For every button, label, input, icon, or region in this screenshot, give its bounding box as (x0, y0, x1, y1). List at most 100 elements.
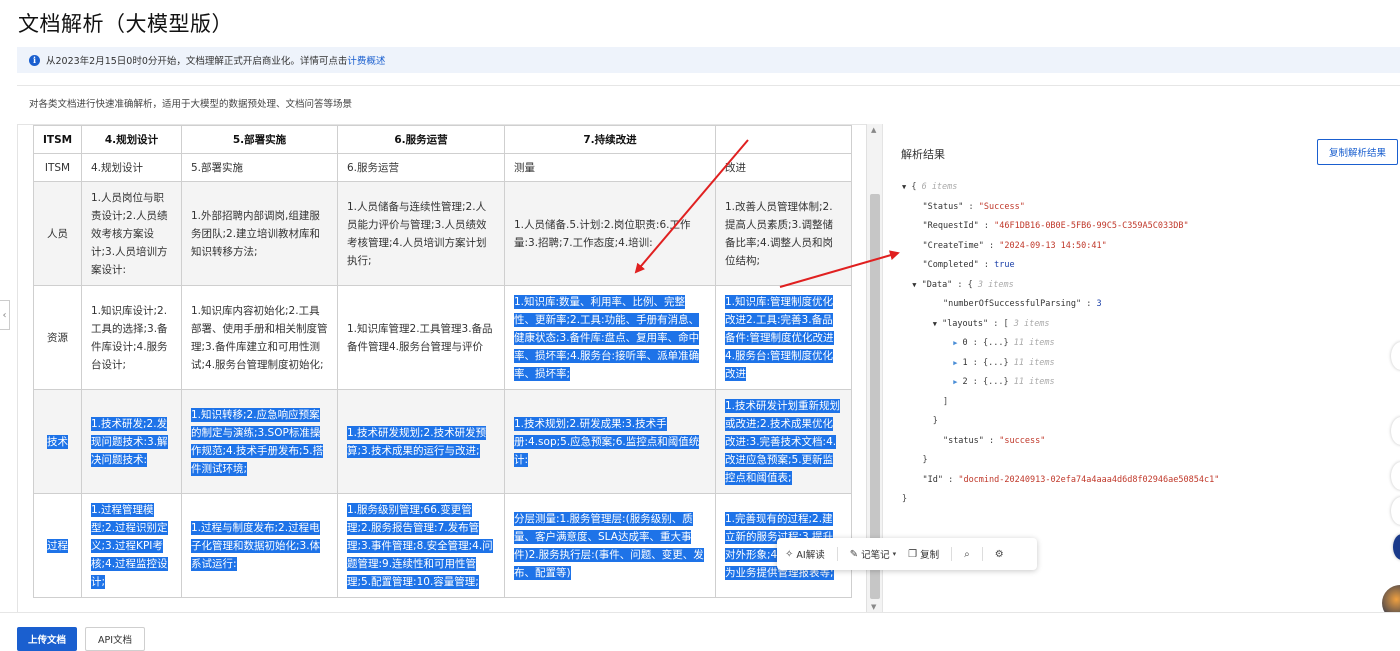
json-line: ▶ 1 : {...} 11 items (953, 357, 1055, 368)
json-line: "Id" : "docmind-20240913-02efa74a4aaa4d6… (922, 474, 1220, 485)
table-cell: 4.规划设计 (81, 153, 182, 182)
selected-text: 分层测量:1.服务管理层:(服务级别、质量、客户满意度、SLA达成率、重大事件)… (514, 511, 704, 580)
selected-text: 技术 (47, 434, 68, 449)
notice-banner: i 从2023年2月15日0时0分开始，文档理解正式开启商业化。详情可点击 计费… (17, 47, 1400, 73)
table-cell: 1.外部招聘内部调岗,组建服务团队;2.建立培训教材库和知识转移方法; (181, 181, 338, 286)
json-line: "Completed" : true (922, 260, 1015, 270)
json-line: } (902, 455, 928, 465)
gear-icon: ⚙ (994, 548, 1004, 560)
table-cell: 1.技术研发;2.发现问题技术:3.解决问题技术: (81, 389, 182, 494)
table-cell: 4.规划设计 (81, 125, 182, 154)
description-text: 对各类文档进行快速准确解析，适用于大模型的数据预处理、文档问答等场景 (29, 99, 353, 110)
copy-icon: ❐ (908, 548, 918, 560)
table-cell: 1.人员储备.5.计划:2.岗位职责:6.工作量:3.招聘;7.工作态度;4.培… (504, 181, 716, 286)
table-cell: 1.技术规划;2.研发成果:3.技术手册:4.sop;5.应急预案;6.监控点和… (504, 389, 716, 494)
json-line: "status" : "success" (942, 435, 1046, 446)
table-cell: 1.过程管理模型;2.过程识别定义;3.过程KPI考核;4.过程监控设计; (81, 493, 182, 598)
table-cell: 1.改善人员管理体制;2.提高人员素质;3.调整储备比率;4.调整人员和岗位结构… (715, 181, 852, 286)
collapsed-triangle-icon[interactable]: ▶ (953, 378, 957, 386)
search-icon: ⌕ (964, 548, 970, 560)
selected-text: 1.技术研发规划;2.技术研发预算;3.技术成果的运行与改进; (347, 425, 487, 458)
selected-text: 1.过程管理模型;2.过程识别定义;3.过程KPI考核;4.过程监控设计; (91, 502, 168, 589)
result-title: 解析结果 (901, 148, 945, 161)
selected-text: 1.技术研发;2.发现问题技术:3.解决问题技术: (91, 416, 168, 467)
toolbar-divider (981, 547, 983, 561)
table-row-head: 人员 (33, 181, 82, 286)
copy-button[interactable]: ❐ 复制 (908, 547, 939, 562)
table-cell: ITSM (33, 153, 82, 182)
document-table: ITSM 4.规划设计 5.部署实施 6.服务运营 7.持续改进 ITSM 4.… (33, 125, 852, 598)
json-line: "CreateTime" : "2024-09-13 14:50:41" (922, 240, 1107, 251)
expand-triangle-icon[interactable]: ▼ (902, 183, 906, 191)
json-line: ▼ { 6 items (902, 182, 958, 192)
collapse-panel-chevron-icon[interactable]: ‹ (0, 300, 10, 330)
collapsed-triangle-icon[interactable]: ▶ (953, 339, 957, 347)
document-preview-panel[interactable]: ITSM 4.规划设计 5.部署实施 6.服务运营 7.持续改进 ITSM 4.… (17, 124, 883, 614)
selected-text: 1.过程与制度发布;2.过程电子化管理和数据初始化;3.体系试运行: (191, 520, 321, 571)
table-cell: 1.知识库设计;2.工具的选择;3.备件库设计;4.服务台设计; (81, 285, 182, 390)
toolbar-divider (951, 547, 953, 561)
table-cell: 1.人员岗位与职责设计;2.人员绩效考核方案设计;3.人员培训方案设计: (81, 181, 182, 286)
pricing-link[interactable]: 计费概述 (347, 53, 385, 67)
json-line: ▶ 2 : {...} 11 items (953, 377, 1055, 387)
take-note-button[interactable]: ✎ 记笔记 ▾ (849, 547, 896, 562)
table-cell: 分层测量:1.服务管理层:(服务级别、质量、客户满意度、SLA达成率、重大事件)… (504, 493, 716, 598)
json-line: ▼ "Data" : { 3 items (912, 279, 1014, 290)
search-button[interactable]: ⌕ (964, 549, 970, 560)
json-line: ▼ "layouts" : [ 3 items (932, 318, 1050, 329)
settings-button[interactable]: ⚙ (995, 549, 1004, 560)
scroll-up-icon[interactable]: ▲ (871, 126, 876, 134)
table-cell: 6.服务运营 (337, 153, 505, 182)
table-cell: 1.知识库内容初始化;2.工具部署、使用手册和相关制度管理;3.备件库建立和可用… (181, 285, 338, 390)
selected-text: 1.知识库:管理制度优化改进2.工具:完善3.备品备件:管理制度优化改进4.服务… (725, 294, 834, 381)
json-viewer: ▼ { 6 items "Status" : "Success" "Reques… (902, 178, 1219, 510)
table-cell: 6.服务运营 (337, 125, 505, 154)
selected-text: 1.知识转移;2.应急响应预案的制定与演练;3.SOP标准操作规范;4.技术手册… (191, 407, 324, 476)
table-row-head: 技术 (33, 389, 82, 494)
table-header-row: ITSM 4.规划设计 5.部署实施 6.服务运营 7.持续改进 (33, 125, 852, 154)
table-row: 人员 1.人员岗位与职责设计;2.人员绩效考核方案设计;3.人员培训方案设计: … (33, 181, 852, 286)
table-row-head: 资源 (33, 285, 82, 390)
expand-triangle-icon[interactable]: ▼ (933, 320, 937, 328)
footer-bar: 上传文档 API文档 (0, 612, 1400, 651)
table-cell: 1.知识库:数量、利用率、比例、完整性、更新率;2.工具:功能、手册有消息、健康… (504, 285, 716, 390)
table-cell: 1.知识库管理2.工具管理3.备品备件管理4.服务台管理与评价 (337, 285, 505, 390)
api-docs-button[interactable]: API文档 (85, 627, 145, 651)
table-cell: 改进 (715, 153, 852, 182)
json-line: "Status" : "Success" (922, 201, 1025, 212)
table-cell: 1.技术研发计划重新规划或改进;2.技术成果优化改进:3.完善技术文档:4.改进… (715, 389, 852, 494)
selection-toolbar: ✧ AI解读 ✎ 记笔记 ▾ ❐ 复制 ⌕ ⚙ (777, 538, 1037, 570)
table-cell: 1.知识转移;2.应急响应预案的制定与演练;3.SOP标准操作规范;4.技术手册… (181, 389, 338, 494)
table-cell: 5.部署实施 (181, 153, 338, 182)
note-edit-icon: ✎ (849, 548, 859, 560)
page-title: 文档解析（大模型版） (18, 12, 233, 36)
table-row: ITSM 4.规划设计 5.部署实施 6.服务运营 测量 改进 (33, 153, 852, 182)
table-cell: 1.人员储备与连续性管理;2.人员能力评价与管理;3.人员绩效考核管理;4.人员… (337, 181, 505, 286)
upload-document-button[interactable]: 上传文档 (17, 627, 77, 651)
table-cell: 1.过程与制度发布;2.过程电子化管理和数据初始化;3.体系试运行: (181, 493, 338, 598)
table-row: 技术 1.技术研发;2.发现问题技术:3.解决问题技术: 1.知识转移;2.应急… (33, 389, 852, 494)
notice-text: 从2023年2月15日0时0分开始，文档理解正式开启商业化。详情可点击 (46, 56, 348, 67)
selected-text: 1.服务级别管理;66.变更管理;2.服务报告管理:7.发布管理;3.事件管理;… (347, 502, 493, 589)
table-row: 过程 1.过程管理模型;2.过程识别定义;3.过程KPI考核;4.过程监控设计;… (33, 493, 852, 598)
table-cell (715, 125, 852, 154)
expand-triangle-icon[interactable]: ▼ (912, 281, 916, 289)
json-line: } (902, 416, 938, 426)
scroll-down-icon[interactable]: ▼ (871, 603, 876, 611)
table-cell: 测量 (504, 153, 716, 182)
json-line: ] (902, 396, 949, 407)
table-cell: 1.服务级别管理;66.变更管理;2.服务报告管理:7.发布管理;3.事件管理;… (337, 493, 505, 598)
ai-sparkle-icon: ✧ (785, 548, 794, 560)
table-row-head: 过程 (33, 493, 82, 598)
json-line: ▶ 0 : {...} 11 items (953, 338, 1055, 348)
table-cell: ITSM (33, 125, 82, 154)
table-cell: 7.持续改进 (504, 125, 716, 154)
selected-text: 过程 (47, 538, 68, 553)
json-line: } (902, 494, 908, 504)
table-cell: 5.部署实施 (181, 125, 338, 154)
collapsed-triangle-icon[interactable]: ▶ (953, 359, 957, 367)
copy-result-button[interactable]: 复制解析结果 (1317, 139, 1398, 165)
ai-interpret-button[interactable]: ✧ AI解读 (785, 547, 825, 562)
selected-text: 1.技术研发计划重新规划或改进;2.技术成果优化改进:3.完善技术文档:4.改进… (725, 398, 841, 485)
table-row: 资源 1.知识库设计;2.工具的选择;3.备件库设计;4.服务台设计; 1.知识… (33, 285, 852, 390)
